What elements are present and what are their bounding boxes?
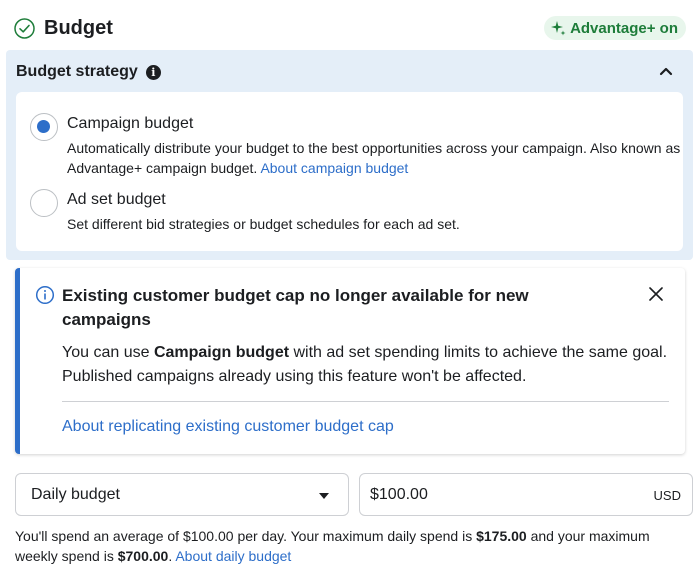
advantage-badge[interactable]: Advantage+ on xyxy=(544,16,686,40)
strategy-options: Campaign budget Automatically distribute… xyxy=(16,92,683,251)
budget-header: Budget Advantage+ on xyxy=(14,14,686,44)
sparkle-icon xyxy=(551,21,566,36)
check-circle-icon xyxy=(14,18,35,39)
budget-amount-input[interactable] xyxy=(370,485,610,505)
strategy-heading-label: Budget strategy xyxy=(16,63,138,80)
option-description: Set different bid strategies or budget s… xyxy=(67,216,460,232)
about-campaign-budget-link[interactable]: About campaign budget xyxy=(260,160,408,176)
option-label: Ad set budget xyxy=(67,191,166,208)
option-ad-set-budget[interactable]: Ad set budget Set different bid strategi… xyxy=(30,189,680,235)
budget-type-select[interactable]: Daily budget xyxy=(15,473,349,516)
strategy-heading[interactable]: Budget strategy i xyxy=(16,63,161,81)
budget-strategy-panel: Budget strategy i Campaign budget Automa… xyxy=(6,50,693,260)
notice-body-bold: Campaign budget xyxy=(153,344,290,361)
caret-down-icon xyxy=(319,493,329,499)
max-weekly-spend: $700.00 xyxy=(117,548,169,564)
close-icon[interactable] xyxy=(649,287,663,301)
divider xyxy=(62,401,669,402)
max-daily-spend: $175.00 xyxy=(476,528,527,544)
info-icon[interactable]: i xyxy=(145,64,161,80)
spend-info: You'll spend an average of $100.00 per d… xyxy=(15,528,650,564)
radio-ad-set-budget[interactable] xyxy=(30,189,58,217)
about-daily-budget-link[interactable]: About daily budget xyxy=(175,548,291,564)
budget-type-value: Daily budget xyxy=(31,486,120,503)
info-outline-icon xyxy=(35,285,55,305)
chevron-up-icon[interactable] xyxy=(659,66,673,76)
about-replicating-link[interactable]: About replicating existing customer budg… xyxy=(62,418,394,436)
notice-body: You can use Campaign budget with ad set … xyxy=(62,344,668,385)
advantage-badge-label: Advantage+ on xyxy=(570,19,678,37)
option-label: Campaign budget xyxy=(67,115,194,132)
budget-amount-field[interactable]: USD xyxy=(359,473,693,516)
radio-campaign-budget[interactable] xyxy=(30,113,58,141)
budget-cap-notice: Existing customer budget cap no longer a… xyxy=(15,268,685,454)
option-description: Automatically distribute your budget to … xyxy=(67,140,681,176)
section-title: Budget xyxy=(44,17,113,39)
option-campaign-budget[interactable]: Campaign budget Automatically distribute… xyxy=(30,113,680,179)
currency-label: USD xyxy=(653,488,681,503)
notice-title: Existing customer budget cap no longer a… xyxy=(62,286,529,329)
